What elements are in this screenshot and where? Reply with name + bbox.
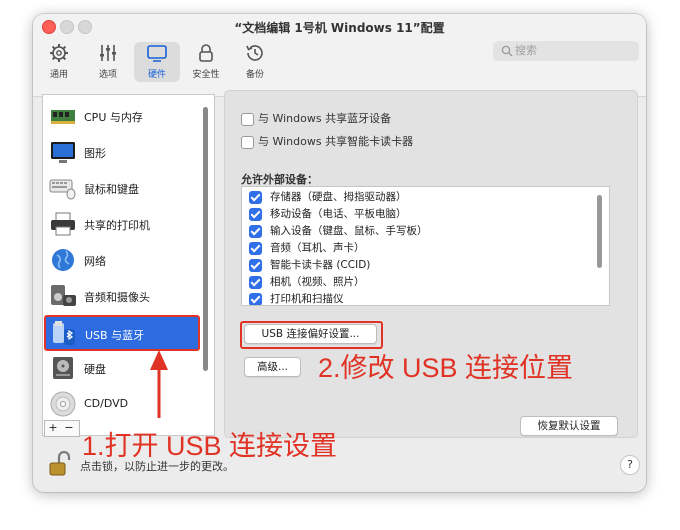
annotation-step1: 1.打开 USB 连接设置: [82, 431, 338, 461]
annotation-arrow: [150, 350, 168, 418]
annotation-step2: 2.修改 USB 连接位置: [318, 353, 574, 383]
